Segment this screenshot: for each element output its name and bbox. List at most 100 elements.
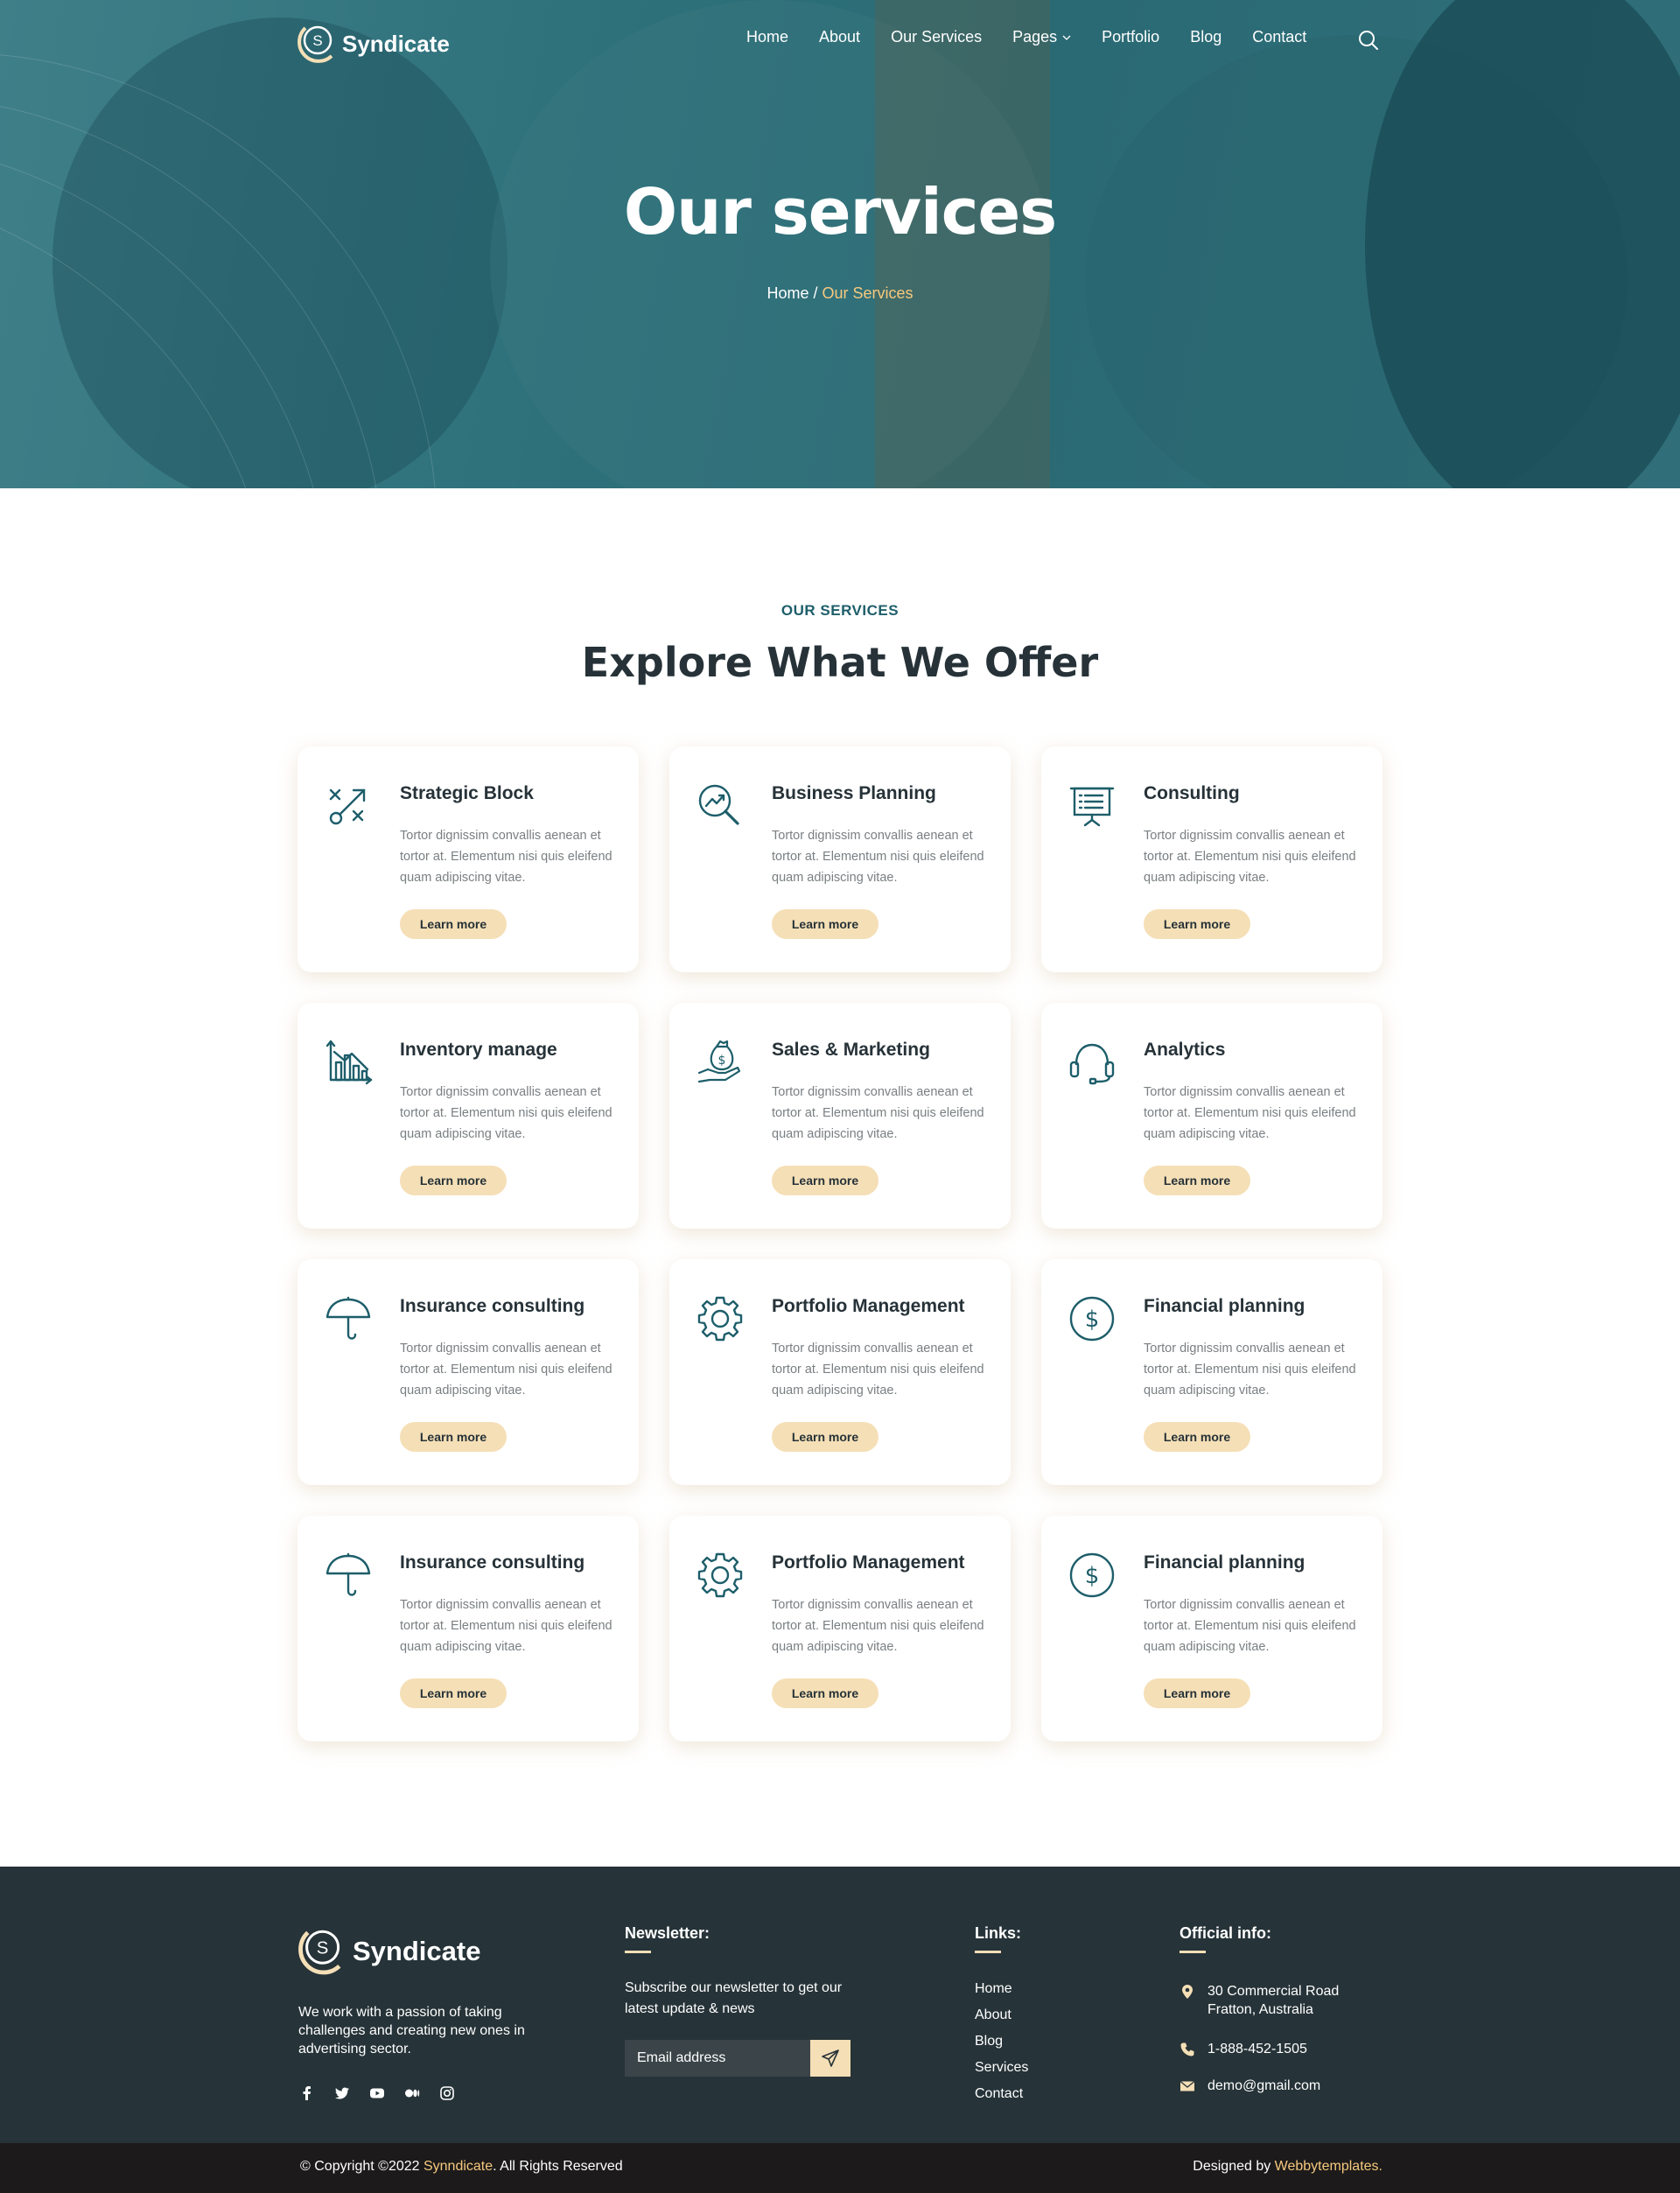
address-line-2: Fratton, Australia xyxy=(1208,2002,1313,2017)
search-icon[interactable] xyxy=(1358,30,1379,51)
breadcrumb-home[interactable]: Home xyxy=(766,284,808,302)
links-title: Links: xyxy=(975,1924,1022,1953)
footer-logo[interactable]: S Syndicate xyxy=(293,1923,480,1980)
footer-link-contact[interactable]: Contact xyxy=(975,2086,1023,2101)
facebook-icon[interactable] xyxy=(298,2084,316,2102)
service-title: Portfolio Management xyxy=(772,1552,965,1573)
location-pin-icon xyxy=(1182,1985,1193,1999)
social-links xyxy=(298,2084,473,2102)
footer-link-home[interactable]: Home xyxy=(975,1981,1012,1996)
gear-icon xyxy=(697,1296,743,1342)
newsletter-email-input[interactable] xyxy=(625,2040,810,2077)
service-description: Tortor dignissim convallis aenean et tor… xyxy=(400,1598,612,1654)
service-description: Tortor dignissim convallis aenean et tor… xyxy=(400,829,612,885)
breadcrumb-current: Our Services xyxy=(822,284,914,302)
learn-more-button[interactable]: Learn more xyxy=(400,1166,507,1195)
instagram-icon[interactable] xyxy=(438,2084,456,2102)
footer-link-blog[interactable]: Blog xyxy=(975,2034,1003,2049)
service-card: $ Financial planning Tortor dignissim co… xyxy=(1041,1516,1382,1741)
service-card: Inventory manage Tortor dignissim conval… xyxy=(298,1003,639,1229)
nav-our-services[interactable]: Our Services xyxy=(891,28,982,46)
service-title: Insurance consulting xyxy=(400,1552,585,1573)
service-title: Financial planning xyxy=(1144,1552,1306,1573)
main-menu: Home About Our Services Pages Portfolio … xyxy=(746,28,1337,46)
newsletter-title: Newsletter: xyxy=(625,1924,710,1953)
learn-more-button[interactable]: Learn more xyxy=(772,1678,878,1708)
newsletter-text: Subscribe our newsletter to get our late… xyxy=(625,1980,843,2016)
svg-text:$: $ xyxy=(1085,1307,1100,1333)
copyright-bar: © Copyright ©2022 Synndicate. All Rights… xyxy=(0,2143,1680,2193)
learn-more-button[interactable]: Learn more xyxy=(772,909,878,939)
svg-text:$: $ xyxy=(718,1054,726,1068)
designer-link[interactable]: Webbytemplates xyxy=(1275,2159,1379,2174)
service-card: Insurance consulting Tortor dignissim co… xyxy=(298,1259,639,1485)
phone-icon xyxy=(1180,2042,1194,2056)
service-title: Business Planning xyxy=(772,783,936,803)
section-eyebrow: OUR SERVICES xyxy=(780,602,900,619)
newsletter-submit-button[interactable] xyxy=(810,2040,850,2077)
dollar-circle-icon: $ xyxy=(1069,1296,1115,1342)
site-footer: S Syndicate We work with a passion of ta… xyxy=(0,1867,1680,2143)
learn-more-button[interactable]: Learn more xyxy=(400,1422,507,1452)
umbrella-icon xyxy=(326,1296,371,1340)
service-title: Strategic Block xyxy=(400,783,534,803)
email-info[interactable]: demo@gmail.com xyxy=(1180,2077,1320,2095)
service-title: Inventory manage xyxy=(400,1040,557,1060)
breadcrumb-separator: / xyxy=(808,284,822,302)
nav-portfolio[interactable]: Portfolio xyxy=(1102,28,1159,46)
brand-name: Syndicate xyxy=(342,30,450,57)
service-title: Insurance consulting xyxy=(400,1296,585,1316)
services-section: OUR SERVICES Explore What We Offer Strat… xyxy=(0,488,1680,1867)
service-card: $ Sales & Marketing Tortor dignissim con… xyxy=(669,1003,1011,1229)
medium-icon[interactable] xyxy=(403,2084,421,2102)
service-title: Consulting xyxy=(1144,783,1240,803)
site-logo[interactable]: S Syndicate xyxy=(293,21,450,67)
footer-link-about[interactable]: About xyxy=(975,2007,1012,2022)
service-description: Tortor dignissim convallis aenean et tor… xyxy=(772,1342,984,1398)
service-description: Tortor dignissim convallis aenean et tor… xyxy=(1144,1598,1356,1654)
nav-about[interactable]: About xyxy=(819,28,860,46)
service-card: Insurance consulting Tortor dignissim co… xyxy=(298,1516,639,1741)
dollar-circle-icon: $ xyxy=(1069,1552,1115,1598)
email-address: demo@gmail.com xyxy=(1208,2078,1321,2093)
twitter-icon[interactable] xyxy=(333,2084,351,2102)
footer-link-services[interactable]: Services xyxy=(975,2060,1028,2075)
service-description: Tortor dignissim convallis aenean et tor… xyxy=(1144,1342,1356,1398)
learn-more-button[interactable]: Learn more xyxy=(772,1166,878,1195)
service-description: Tortor dignissim convallis aenean et tor… xyxy=(1144,1085,1356,1141)
nav-home[interactable]: Home xyxy=(746,28,788,46)
service-description: Tortor dignissim convallis aenean et tor… xyxy=(400,1085,612,1141)
copyright-brand-link[interactable]: Synndicate xyxy=(424,2159,493,2174)
footer-about-text: We work with a passion of taking challen… xyxy=(298,2005,525,2056)
learn-more-button[interactable]: Learn more xyxy=(772,1422,878,1452)
phone-info[interactable]: 1-888-452-1505 xyxy=(1180,2040,1307,2058)
learn-more-button[interactable]: Learn more xyxy=(400,1678,507,1708)
service-description: Tortor dignissim convallis aenean et tor… xyxy=(772,829,984,885)
footer-brand-name: Syndicate xyxy=(353,1936,481,1966)
section-title: Explore What We Offer xyxy=(581,639,1099,686)
nav-pages[interactable]: Pages xyxy=(1012,28,1071,46)
nav-contact[interactable]: Contact xyxy=(1252,28,1306,46)
youtube-icon[interactable] xyxy=(368,2084,386,2102)
learn-more-button[interactable]: Learn more xyxy=(400,909,507,939)
services-grid: Strategic Block Tortor dignissim convall… xyxy=(298,746,1382,1741)
copyright-text: © Copyright ©2022 Synndicate. All Rights… xyxy=(300,2159,623,2174)
service-card: Business Planning Tortor dignissim conva… xyxy=(669,746,1011,972)
learn-more-button[interactable]: Learn more xyxy=(1144,1678,1250,1708)
bar-chart-icon xyxy=(326,1040,373,1085)
hero-banner: S Syndicate Home About Our Services Page… xyxy=(0,0,1680,488)
service-card: Portfolio Management Tortor dignissim co… xyxy=(669,1259,1011,1485)
breadcrumb: Home / Our Services xyxy=(0,284,1680,303)
learn-more-button[interactable]: Learn more xyxy=(1144,909,1250,939)
nav-pages-label: Pages xyxy=(1012,28,1058,46)
learn-more-button[interactable]: Learn more xyxy=(1144,1422,1250,1452)
nav-blog[interactable]: Blog xyxy=(1190,28,1222,46)
service-title: Portfolio Management xyxy=(772,1296,965,1316)
gear-icon xyxy=(697,1552,743,1598)
page-title: Our services xyxy=(623,175,1057,249)
logo-mark-icon: S xyxy=(298,25,333,63)
service-description: Tortor dignissim convallis aenean et tor… xyxy=(1144,829,1356,885)
learn-more-button[interactable]: Learn more xyxy=(1144,1166,1250,1195)
umbrella-icon xyxy=(326,1552,371,1596)
envelope-icon xyxy=(1180,2080,1195,2091)
